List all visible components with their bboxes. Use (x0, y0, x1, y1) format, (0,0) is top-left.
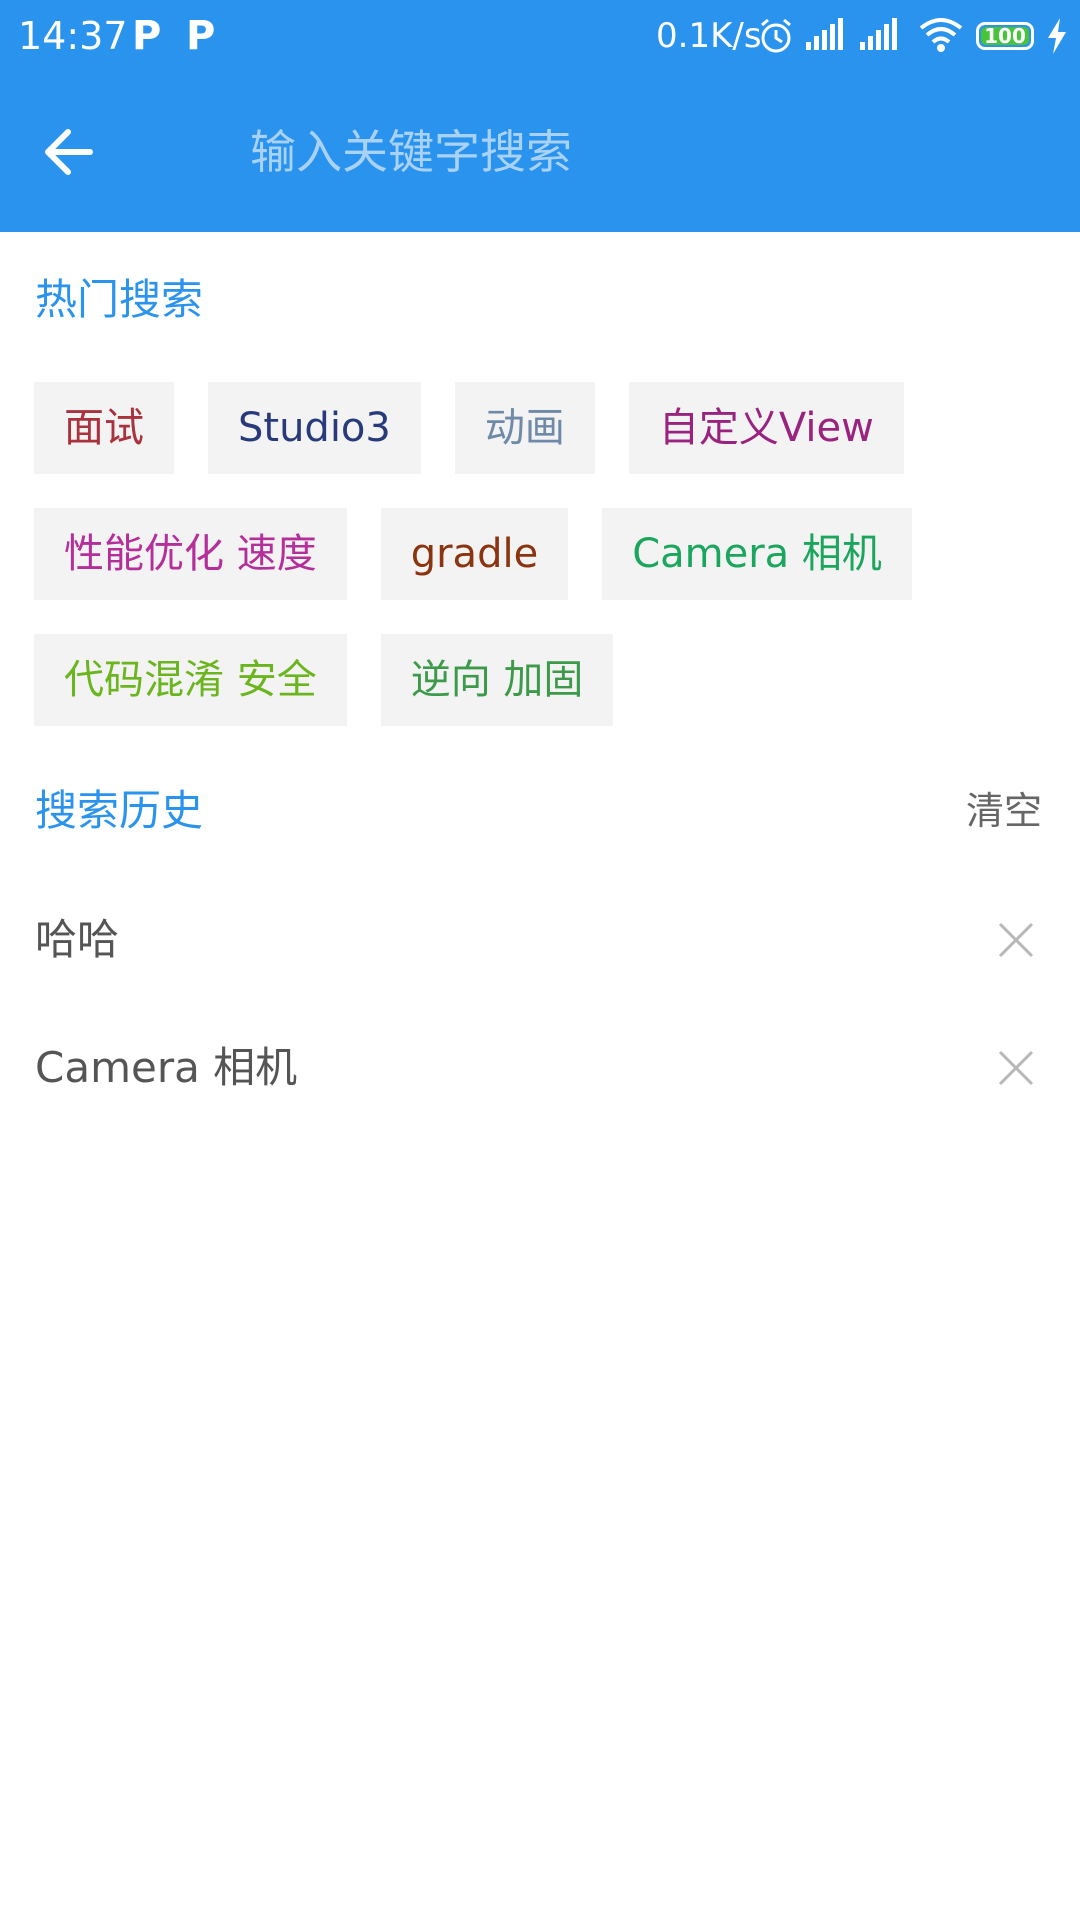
hot-search-title: 热门搜索 (35, 275, 204, 324)
signal-icon (860, 18, 897, 50)
hot-tag[interactable]: gradle (380, 508, 569, 600)
history-item[interactable]: 哈哈 (0, 876, 1080, 1004)
charging-icon (1048, 18, 1066, 54)
hot-tag[interactable]: 面试 (34, 382, 174, 474)
back-arrow-icon[interactable] (40, 122, 120, 182)
status-bar: 14:37 P P 0.1K/s 100 (0, 0, 1080, 72)
hot-tag[interactable]: 动画 (454, 382, 595, 474)
notification-p-icon: P (186, 13, 216, 59)
hot-search-tags: 面试 Studio3 动画 自定义View 性能优化 速度 gradle Cam… (34, 382, 1046, 760)
tag-row: 面试 Studio3 动画 自定义View (34, 382, 1046, 474)
tag-row: 性能优化 速度 gradle Camera 相机 (34, 508, 1046, 600)
status-time: 14:37 (18, 14, 128, 58)
clear-history-button[interactable]: 清空 (966, 781, 1042, 841)
hot-tag[interactable]: Camera 相机 (602, 508, 912, 600)
battery-icon: 100 (976, 22, 1034, 50)
hot-tag[interactable]: 性能优化 速度 (34, 508, 347, 600)
alarm-icon (761, 18, 791, 53)
hot-tag[interactable]: 自定义View (628, 382, 904, 474)
history-item-text: Camera 相机 (35, 1043, 298, 1092)
history-item[interactable]: Camera 相机 (0, 1004, 1080, 1132)
history-item-text: 哈哈 (35, 915, 120, 964)
hot-tag[interactable]: 代码混淆 安全 (34, 634, 347, 726)
close-icon[interactable] (992, 916, 1040, 964)
battery-level-text: 100 (984, 24, 1026, 48)
close-icon[interactable] (992, 1044, 1040, 1092)
hot-tag[interactable]: Studio3 (208, 382, 421, 474)
search-history-title: 搜索历史 (35, 786, 204, 835)
notification-p-icon: P (132, 13, 162, 59)
hot-tag[interactable]: 逆向 加固 (380, 634, 614, 726)
search-toolbar (0, 72, 1080, 232)
tag-row: 代码混淆 安全 逆向 加固 (34, 634, 1046, 726)
wifi-icon (919, 18, 963, 52)
search-input[interactable] (250, 108, 1030, 196)
network-speed: 0.1K/s (656, 16, 762, 56)
signal-icon (806, 18, 843, 50)
